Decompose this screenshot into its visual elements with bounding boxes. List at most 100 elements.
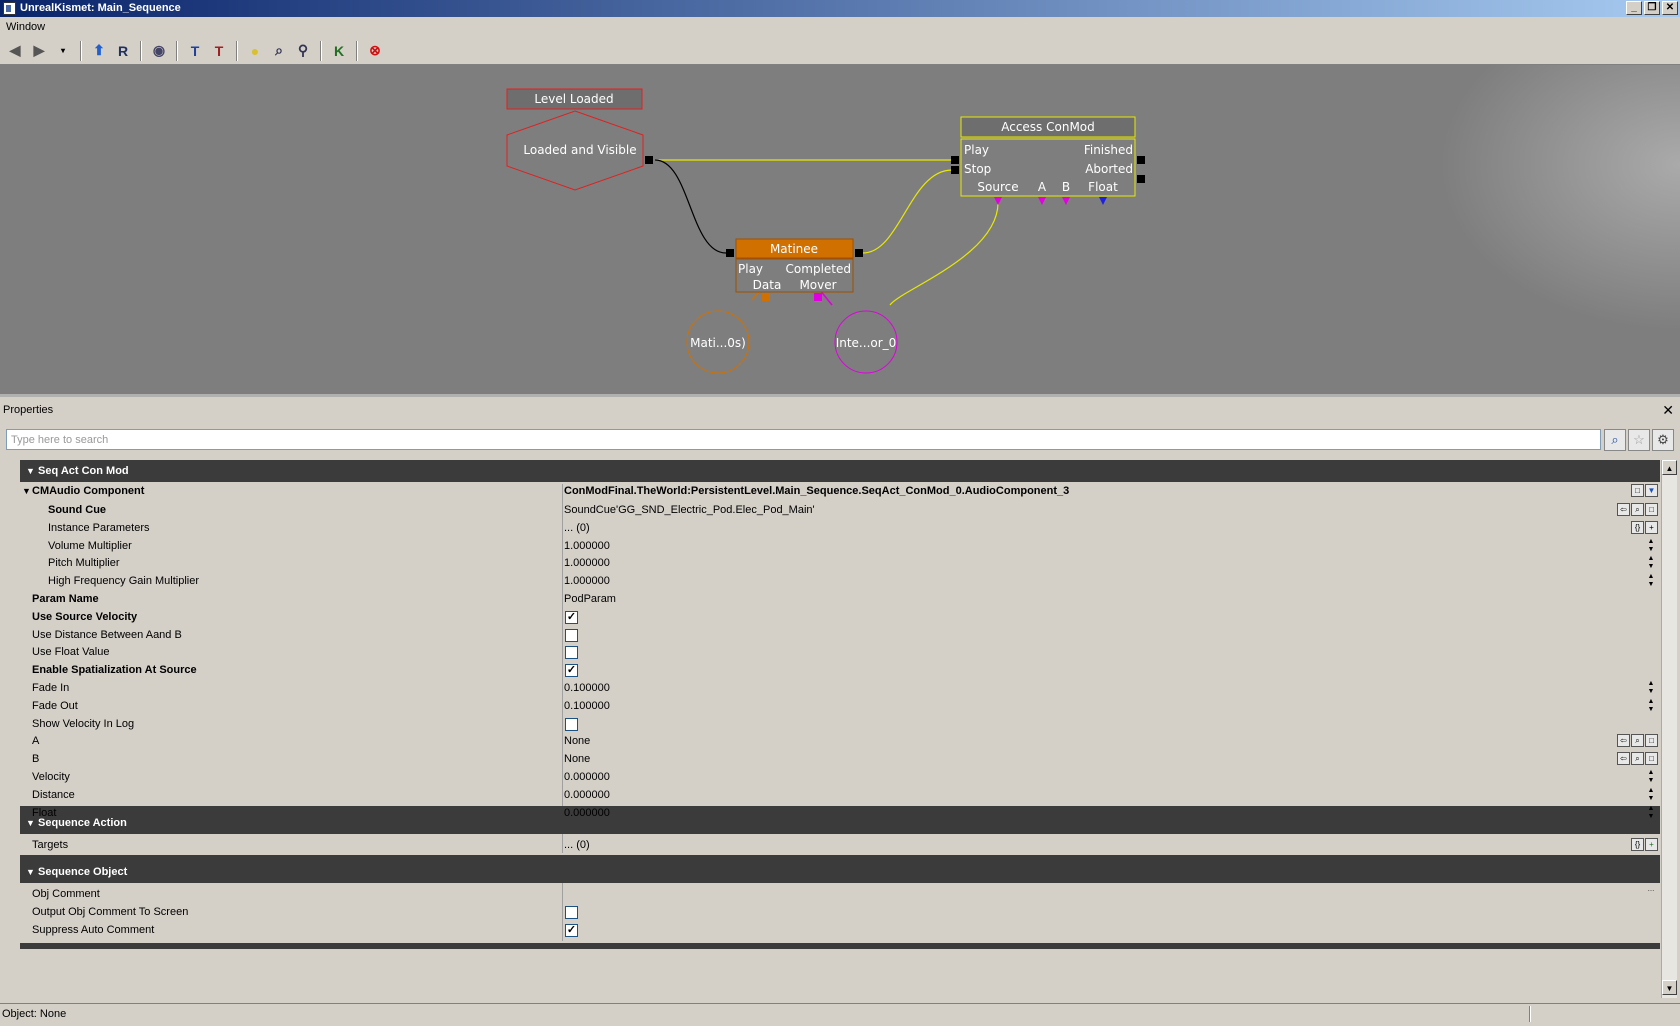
connector-matinee-mover[interactable] [814,293,822,301]
sequence-graph[interactable]: Level Loaded Loaded and Visible Access C… [0,65,1680,397]
forward-icon[interactable]: ▶ [28,40,50,62]
property-row[interactable]: Distance 0.000000 ▲ ▼ [20,786,1660,805]
checkbox[interactable] [565,646,578,660]
parent-sequence-icon[interactable]: ⬆ [88,40,110,62]
category-sequence-object[interactable]: ▼ Sequence Object [20,861,1660,883]
property-value[interactable]: None [564,750,590,769]
close-button[interactable]: ✕ [1662,1,1678,15]
property-row-component[interactable]: ▼ CMAudio Component ConModFinal.TheWorld… [20,482,1660,501]
hide-connectors-icon[interactable]: ◉ [148,40,170,62]
checkbox[interactable] [565,905,578,919]
maximize-button[interactable]: ❐ [1644,1,1660,15]
find-icon[interactable]: ⌕ [1631,752,1644,766]
history-dropdown-icon[interactable]: ▾ [52,40,74,62]
property-row[interactable]: Output Obj Comment To Screen [20,903,1660,922]
property-row[interactable]: Use Distance Between Aand B [20,626,1660,645]
connector-access-stop[interactable] [951,166,959,174]
spinner-icon[interactable]: ▲ ▼ [1646,555,1656,572]
lightbulb-icon[interactable]: ● [244,40,266,62]
add-item-icon[interactable]: + [1645,520,1658,534]
search-input[interactable] [6,429,1601,450]
rename-icon[interactable]: R [112,40,134,62]
connector-access-float[interactable] [1099,197,1107,205]
empty-array-icon[interactable]: {} [1631,520,1644,534]
spinner-icon[interactable]: ▲ ▼ [1646,680,1656,697]
property-value[interactable]: PodParam [564,590,616,609]
property-value[interactable]: ... (0) [564,836,590,855]
property-value[interactable]: 1.000000 [564,572,610,591]
spinner-icon[interactable]: ▲ ▼ [1646,787,1656,804]
clear-icon[interactable]: □ [1645,503,1658,516]
checkbox[interactable] [565,717,578,731]
property-value[interactable]: None [564,732,590,751]
property-row[interactable]: Float 0.000000 ▲ ▼ [20,804,1660,823]
checkbox[interactable]: ✓ [565,610,578,624]
property-row-targets[interactable]: Targets ... (0) {} + [20,836,1660,855]
back-icon[interactable]: ◀ [4,40,26,62]
search-icon[interactable]: ⌕ [1604,429,1626,451]
connector-matinee-completed[interactable] [855,249,863,257]
add-item-icon[interactable]: + [1645,838,1658,851]
property-row[interactable]: B None ⇦ ⌕ □ [20,750,1660,769]
connector-access-source[interactable] [994,197,1002,205]
property-scrollbar[interactable]: ▲ ▼ [1661,460,1677,998]
property-row[interactable]: Enable Spatialization At Source ✓ [20,661,1660,680]
property-row[interactable]: Param Name PodParam [20,590,1660,609]
kismet-icon[interactable]: K [328,40,350,62]
property-row[interactable]: Show Velocity In Log [20,715,1660,734]
property-row[interactable]: Sound Cue SoundCue'GG_SND_Electric_Pod.El… [20,501,1660,520]
minimize-button[interactable]: _ [1626,1,1642,15]
property-value[interactable]: SoundCue'GG_SND_Electric_Pod.Elec_Pod_Ma… [564,501,815,520]
property-row[interactable]: Use Float Value [20,643,1660,662]
property-row[interactable]: Suppress Auto Comment ✓ [20,921,1660,940]
checkbox[interactable]: ✓ [565,923,578,937]
property-row[interactable]: Instance Parameters ... (0) {} + [20,519,1660,538]
expand-triangle-icon[interactable]: ▼ [26,460,35,482]
search-icon[interactable]: ⌕ [268,40,290,62]
use-selected-icon[interactable]: ⇦ [1617,734,1630,748]
checkbox[interactable]: ✓ [565,664,578,678]
spinner-icon[interactable]: ▲ ▼ [1646,538,1656,555]
connector-access-aborted[interactable] [1137,175,1145,183]
spinner-icon[interactable]: ▲ ▼ [1646,769,1656,786]
expand-triangle-icon[interactable]: ▼ [26,861,35,883]
property-value[interactable]: 0.000000 [564,768,610,787]
scroll-down-icon[interactable]: ▼ [1662,980,1677,995]
stop-icon[interactable]: ⊗ [364,40,386,62]
clear-icon[interactable]: □ [1645,734,1658,748]
property-row[interactable]: Pitch Multiplier 1.000000 ▲ ▼ [20,554,1660,573]
property-row[interactable]: Obj Comment… [20,885,1660,904]
properties-close-icon[interactable]: ✕ [1662,400,1674,420]
category-seq-act-con-mod[interactable]: ▼ Seq Act Con Mod [20,460,1660,482]
property-row[interactable]: Volume Multiplier 1.000000 ▲ ▼ [20,537,1660,556]
connector-access-a[interactable] [1038,197,1046,205]
create-sequence-icon[interactable]: T [208,40,230,62]
property-row[interactable]: High Frequency Gain Multiplier 1.000000 ▲ ▼ [20,572,1660,591]
empty-array-icon[interactable]: {} [1631,838,1644,851]
connector-access-b[interactable] [1062,197,1070,205]
kismet-canvas[interactable]: Level Loaded Loaded and Visible Access C… [0,65,1680,397]
property-value[interactable]: 0.000000 [564,804,610,823]
connector-matinee-data[interactable] [762,293,770,301]
property-value[interactable]: 0.100000 [564,679,610,698]
property-value[interactable]: 1.000000 [564,554,610,573]
find-icon[interactable]: ⌕ [1631,734,1644,748]
property-value[interactable]: ConModFinal.TheWorld:PersistentLevel.Mai… [564,482,1069,501]
scroll-up-icon[interactable]: ▲ [1662,460,1677,475]
spinner-icon[interactable]: ▲ ▼ [1646,805,1656,822]
property-value[interactable]: 0.000000 [564,786,610,805]
menu-window[interactable]: Window [6,21,45,33]
spinner-icon[interactable]: ▲ ▼ [1646,573,1656,590]
property-row[interactable]: Velocity 0.000000 ▲ ▼ [20,768,1660,787]
favorites-star-icon[interactable]: ☆ [1628,429,1650,451]
find-icon[interactable]: ⌕ [1631,503,1644,516]
connector-access-finished[interactable] [1137,156,1145,164]
property-value[interactable]: 0.100000 [564,697,610,716]
connector-matinee-play[interactable] [726,249,734,257]
zoom-icon[interactable]: ⚲ [292,40,314,62]
property-row[interactable]: A None ⇦ ⌕ □ [20,732,1660,751]
use-selected-icon[interactable]: ⇦ [1617,752,1630,766]
spinner-icon[interactable]: ▲ ▼ [1646,698,1656,715]
property-row[interactable]: Fade In 0.100000 ▲ ▼ [20,679,1660,698]
dropdown-icon[interactable]: ▼ [1645,484,1658,497]
